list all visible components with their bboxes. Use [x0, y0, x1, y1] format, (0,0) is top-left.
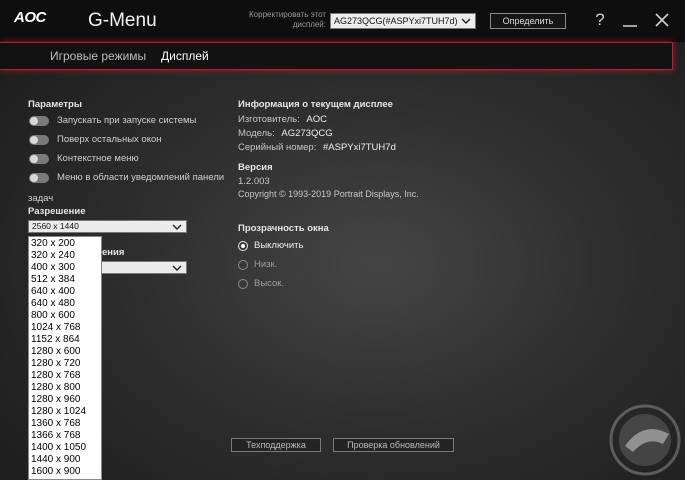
radio-unselected[interactable]	[238, 260, 248, 270]
resolution-option[interactable]: 1600 x 900	[31, 466, 81, 477]
model-value: AG273QCG	[281, 128, 333, 139]
transparency-high-label: Высок.	[254, 278, 285, 289]
resolution-select-value: 2560 x 1440	[32, 221, 79, 231]
monitor-select-value: AG273QCG(#ASPYxi7TUH7d)	[334, 16, 458, 26]
monitor-select[interactable]: AG273QCG(#ASPYxi7TUH7d)	[330, 13, 476, 29]
resolution-select[interactable]: 2560 x 1440	[28, 220, 187, 233]
context-menu-toggle[interactable]	[29, 154, 49, 164]
resolution-option[interactable]: 1280 x 960	[31, 394, 81, 405]
check-updates-button[interactable]: Проверка обновлений	[333, 438, 454, 452]
manufacturer-row: Изготовитель: AOC	[238, 114, 327, 125]
resolution-option[interactable]: 640 x 400	[31, 286, 75, 297]
tray-menu-label: Меню в области уведомлений панели	[57, 172, 225, 183]
gmenu-window: AOC G-Menu Корректировать этот дисплей: …	[0, 0, 685, 480]
tab-game-modes[interactable]: Игровые режимы	[50, 49, 146, 63]
transparency-off-label: Выключить	[254, 240, 304, 251]
autostart-toggle[interactable]	[29, 116, 49, 126]
model-row: Модель: AG273QCG	[238, 128, 333, 139]
always-on-top-label: Поверх остальных окон	[57, 134, 162, 145]
autostart-label: Запускать при запуске системы	[57, 115, 197, 126]
resolution-option[interactable]: 1400 x 1050	[31, 442, 86, 453]
calibrate-display-label: Корректировать этот дисплей:	[249, 10, 326, 29]
resolution-option[interactable]: 1280 x 1024	[31, 406, 86, 417]
app-title: G-Menu	[88, 10, 157, 31]
tab-display[interactable]: Дисплей	[161, 49, 209, 63]
resolution-option[interactable]: 1024 x 768	[31, 322, 81, 333]
serial-label: Серийный номер:	[238, 142, 317, 153]
watermark-logo-icon	[609, 404, 681, 476]
detect-button[interactable]: Определить	[490, 13, 566, 29]
always-on-top-toggle[interactable]	[29, 135, 49, 145]
serial-row: Серийный номер: #ASPYxi7TUH7d	[238, 142, 396, 153]
manufacturer-label: Изготовитель:	[238, 114, 300, 125]
help-icon[interactable]: ?	[590, 10, 610, 30]
hidden-select[interactable]	[100, 261, 187, 274]
resolution-option[interactable]: 1280 x 720	[31, 358, 81, 369]
chevron-down-icon	[461, 18, 471, 24]
tray-menu-toggle[interactable]	[29, 173, 49, 183]
chevron-down-icon	[172, 265, 182, 271]
context-menu-label: Контекстное меню	[57, 153, 139, 164]
close-icon[interactable]	[652, 10, 672, 30]
resolution-option[interactable]: 1280 x 600	[31, 346, 81, 357]
copyright-text: Copyright © 1993-2019 Portrait Displays,…	[238, 189, 419, 199]
tray-menu-label-wrap: задач	[28, 193, 54, 204]
resolution-option[interactable]: 1280 x 768	[31, 370, 81, 381]
resolution-dropdown: 320 x 200 320 x 240 400 x 300 512 x 384 …	[28, 236, 102, 480]
resolution-option[interactable]: 640 x 480	[31, 298, 75, 309]
version-title: Версия	[238, 162, 273, 173]
transparency-low-label: Низк.	[254, 259, 278, 270]
radio-selected[interactable]	[238, 241, 248, 251]
minimize-icon[interactable]	[620, 10, 640, 30]
resolution-option[interactable]: 320 x 200	[31, 238, 75, 249]
resolution-option[interactable]: 1152 x 864	[31, 334, 80, 345]
display-info-title: Информация о текущем дисплее	[238, 99, 393, 110]
model-label: Модель:	[238, 128, 275, 139]
tab-bar: Игровые режимы Дисплей	[0, 42, 673, 70]
resolution-option[interactable]: 1280 x 800	[31, 382, 81, 393]
support-button[interactable]: Техподдержка	[231, 438, 321, 452]
manufacturer-value: AOC	[306, 114, 327, 125]
resolution-option[interactable]: 1366 x 768	[31, 430, 81, 441]
transparency-title: Прозрачность окна	[238, 223, 329, 234]
hidden-section-title: ения	[102, 247, 125, 258]
title-bar: AOC G-Menu Корректировать этот дисплей: …	[0, 0, 685, 42]
version-number: 1.2.003	[238, 176, 270, 187]
resolution-option[interactable]: 1440 x 900	[31, 454, 81, 465]
serial-value: #ASPYxi7TUH7d	[322, 142, 396, 153]
resolution-option[interactable]: 1360 x 768	[31, 418, 81, 429]
resolution-option[interactable]: 400 x 300	[31, 262, 75, 273]
aoc-logo: AOC	[14, 9, 46, 26]
chevron-down-icon	[172, 224, 182, 230]
params-title: Параметры	[28, 99, 82, 110]
resolution-option[interactable]: 800 x 600	[31, 310, 75, 321]
resolution-title: Разрешение	[28, 206, 86, 217]
resolution-option[interactable]: 320 x 240	[31, 250, 75, 261]
radio-unselected[interactable]	[238, 279, 248, 289]
resolution-option[interactable]: 512 x 384	[31, 274, 75, 285]
